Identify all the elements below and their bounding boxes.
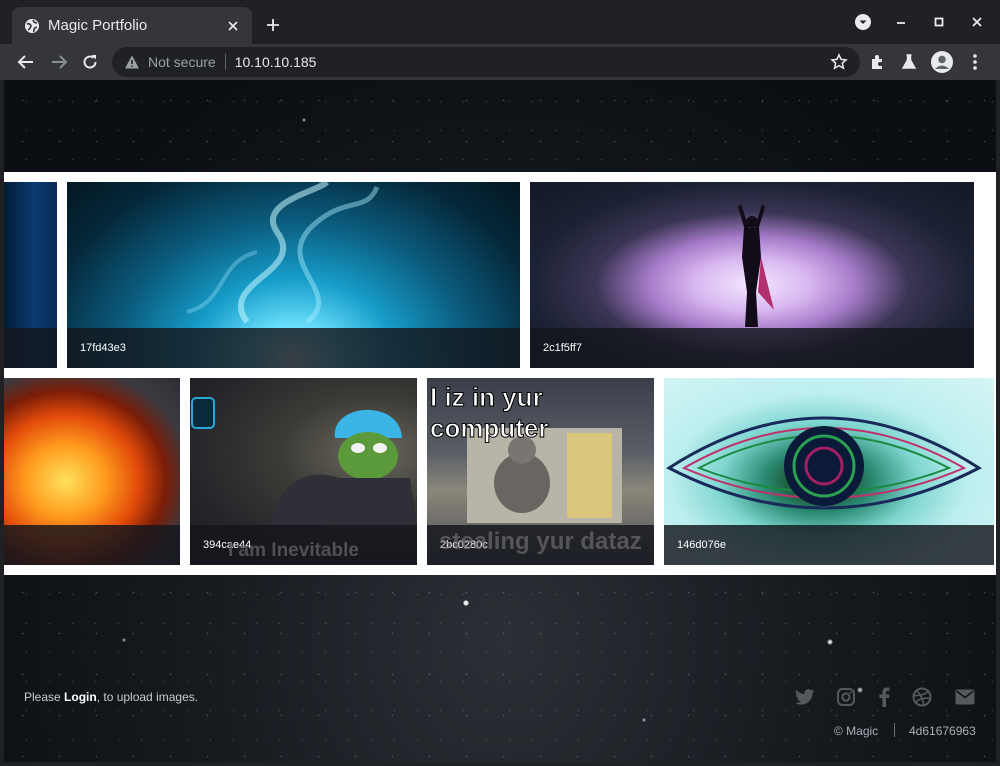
tab-search-icon[interactable] [851,10,875,34]
meme-overlay-text: I am Inevitable [228,540,359,561]
tab-close-icon[interactable] [224,17,242,35]
forward-icon[interactable] [46,49,72,75]
image-caption: 146d076e [664,525,994,565]
page-viewport: 17fd43e3 2c1f5ff7 394cae44 I am Inevitab… [4,80,996,762]
facebook-icon[interactable] [873,686,895,708]
warning-icon[interactable] [124,54,140,70]
pepe-helmet-graphic [191,397,417,525]
back-icon[interactable] [13,49,39,75]
image-caption [4,328,57,368]
dribbble-icon[interactable] [911,686,933,708]
globe-icon [24,18,40,34]
image-caption [4,525,180,565]
omnibox-divider [224,54,226,70]
instagram-icon[interactable] [835,686,857,708]
bookmark-star-icon[interactable] [830,52,848,71]
menu-kebab-icon[interactable] [962,49,988,75]
footer-hash: 4d61676963 [909,724,976,738]
profile-avatar-icon[interactable] [929,49,955,75]
security-label[interactable]: Not secure [148,54,216,70]
login-link[interactable]: Login [64,690,97,704]
maximize-icon[interactable] [927,10,951,34]
close-window-icon[interactable] [965,10,989,34]
address-bar[interactable]: Not secure 10.10.10.185 [112,47,860,77]
meme-top-text: I iz in yur computer [430,382,549,444]
image-caption: 17fd43e3 [67,328,520,368]
gallery-card[interactable] [4,378,180,565]
gallery-card[interactable]: 146d076e [664,378,994,565]
browser-tabstrip: Magic Portfolio [0,0,1000,44]
gallery-card[interactable] [4,182,57,368]
email-icon[interactable] [954,686,976,708]
silhouette-graphic [738,204,774,327]
gallery-card[interactable]: 2c1f5ff7 [530,182,974,368]
gallery-card[interactable]: I iz in yur computer 2bc0280c stealing y… [427,378,654,565]
gallery-card[interactable]: 394cae44 I am Inevitable [190,378,417,565]
new-tab-icon[interactable] [262,14,284,36]
browser-tab[interactable]: Magic Portfolio [12,7,252,44]
extensions-icon[interactable] [865,49,891,75]
gallery-row-1: 17fd43e3 2c1f5ff7 [4,172,996,368]
copyright-text: © Magic [834,724,879,738]
labs-flask-icon[interactable] [896,49,922,75]
meme-bottom-text: stealing yur dataz [439,528,642,555]
reload-icon[interactable] [77,49,103,75]
login-prompt: Please Login, to upload images. [24,690,199,704]
gallery-row-2: 394cae44 I am Inevitable I iz in yur com… [4,368,996,575]
browser-toolbar: Not secure 10.10.10.185 [0,44,1000,80]
minimize-icon[interactable] [889,10,913,34]
gallery-card[interactable]: 17fd43e3 [67,182,520,368]
smoke-swirl-graphic [186,182,380,324]
url-text[interactable]: 10.10.10.185 [235,54,317,70]
twitter-icon[interactable] [794,686,816,708]
eye-graphic [666,416,982,510]
tab-title: Magic Portfolio [48,17,148,34]
image-caption: 2c1f5ff7 [530,328,974,368]
footer-divider [894,723,895,737]
